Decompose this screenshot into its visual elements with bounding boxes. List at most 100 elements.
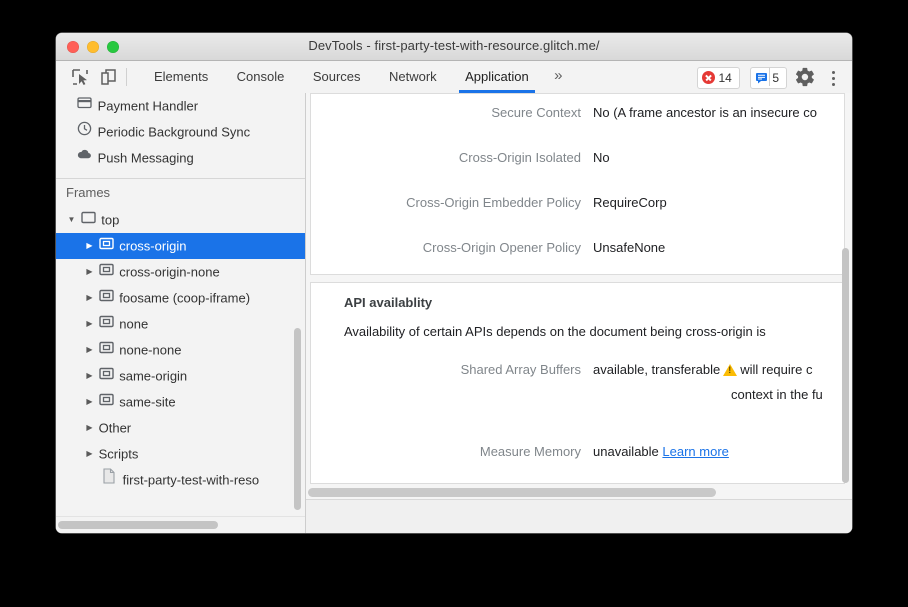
tree-item-label: none-none xyxy=(119,343,181,358)
twisty-collapsed-icon[interactable]: ▶ xyxy=(84,311,95,337)
iframe-icon xyxy=(99,363,116,389)
row-label: Shared Array Buffers xyxy=(311,362,581,377)
frame-icon xyxy=(81,207,98,233)
tree-item-label: Scripts xyxy=(99,447,139,462)
sab-warning-text: will require c xyxy=(740,362,812,377)
tab-network[interactable]: Network xyxy=(377,61,449,93)
sidebar-vertical-scrollbar[interactable] xyxy=(294,328,301,510)
main-panel-footer xyxy=(306,499,852,533)
detail-row: Secure Context No (A frame ancestor is a… xyxy=(311,94,844,139)
document-icon xyxy=(102,467,119,493)
sidebar-horizontal-scrollbar-thumb[interactable] xyxy=(58,521,218,529)
sidebar-item-payment-handler[interactable]: Payment Handler xyxy=(56,93,305,119)
main-horizontal-scrollbar-thumb[interactable] xyxy=(308,488,716,497)
twisty-collapsed-icon[interactable]: ▶ xyxy=(84,415,95,441)
tree-item-label: foosame (coop-iframe) xyxy=(119,291,250,306)
more-options-icon[interactable] xyxy=(824,66,842,88)
twisty-collapsed-icon[interactable]: ▶ xyxy=(84,363,95,389)
message-count: 5 xyxy=(772,71,779,85)
sidebar-item-label: Periodic Background Sync xyxy=(98,125,250,140)
measure-memory-value: unavailable xyxy=(593,444,659,459)
main-horizontal-scrollbar-track[interactable] xyxy=(306,485,852,499)
tree-item-first-party-test-with-reso[interactable]: first-party-test-with-reso xyxy=(56,467,305,493)
row-label: Cross-Origin Isolated xyxy=(311,150,581,165)
sab-value: available, transferable xyxy=(593,362,720,377)
tree-item-same-site[interactable]: ▶ same-site xyxy=(56,389,305,415)
row-value: UnsafeNone xyxy=(593,240,845,255)
tab-application[interactable]: Application xyxy=(453,61,541,93)
iframe-icon xyxy=(99,259,116,285)
sidebar-item-push-messaging[interactable]: Push Messaging xyxy=(56,145,305,171)
sidebar-item-periodic-background-sync[interactable]: Periodic Background Sync xyxy=(56,119,305,145)
more-tabs-icon[interactable]: » xyxy=(545,61,571,93)
row-value: RequireCorp xyxy=(593,195,845,210)
sab-warning-continuation: context in the fu xyxy=(731,387,823,402)
inspect-element-icon[interactable] xyxy=(69,66,91,88)
tree-item-foosame-coop-iframe[interactable]: ▶ foosame (coop-iframe) xyxy=(56,285,305,311)
twisty-collapsed-icon[interactable]: ▶ xyxy=(84,285,95,311)
api-availability-card: API availablity Availability of certain … xyxy=(310,282,845,484)
message-icon xyxy=(755,70,768,90)
cloud-icon xyxy=(77,145,94,171)
sidebar-horizontal-scrollbar-track[interactable] xyxy=(56,516,305,533)
twisty-collapsed-icon[interactable]: ▶ xyxy=(84,233,95,259)
row-value: unavailable Learn more xyxy=(593,444,845,459)
toolbar-divider-2 xyxy=(769,68,770,86)
detail-row: Cross-Origin Opener Policy UnsafeNone xyxy=(311,229,844,274)
row-label: Secure Context xyxy=(311,105,581,120)
main-vertical-scrollbar[interactable] xyxy=(842,248,849,483)
tree-item-label: none xyxy=(119,317,148,332)
devtools-tab-bar: Elements Console Sources Network Applica… xyxy=(142,61,572,93)
api-availability-description: Availability of certain APIs depends on … xyxy=(344,324,766,339)
sidebar-item-label: Push Messaging xyxy=(98,151,194,166)
row-value: available, transferable will require c xyxy=(593,362,845,377)
twisty-collapsed-icon[interactable]: ▶ xyxy=(84,259,95,285)
tree-item-same-origin[interactable]: ▶ same-origin xyxy=(56,363,305,389)
row-label: Measure Memory xyxy=(311,444,581,459)
iframe-icon xyxy=(99,311,116,337)
tree-item-top[interactable]: ▼ top xyxy=(56,207,305,233)
frames-section-header: Frames xyxy=(56,179,305,207)
tab-elements[interactable]: Elements xyxy=(142,61,220,93)
error-counter[interactable]: 14 xyxy=(697,67,740,89)
toolbar-divider-1 xyxy=(126,68,127,86)
learn-more-link[interactable]: Learn more xyxy=(662,444,728,459)
iframe-icon xyxy=(99,337,116,363)
tree-item-label: cross-origin-none xyxy=(119,265,219,280)
tab-sources[interactable]: Sources xyxy=(301,61,373,93)
devtools-window: DevTools - first-party-test-with-resourc… xyxy=(56,33,852,533)
device-toolbar-icon[interactable] xyxy=(97,66,119,88)
issue-counters: 14 5 xyxy=(697,61,788,93)
settings-gear-icon[interactable] xyxy=(794,66,816,88)
devtools-toolbar: Elements Console Sources Network Applica… xyxy=(56,61,852,94)
row-label: Cross-Origin Embedder Policy xyxy=(311,195,581,210)
row-label: Cross-Origin Opener Policy xyxy=(311,240,581,255)
iframe-icon xyxy=(99,389,116,415)
tree-item-other[interactable]: ▶ Other xyxy=(56,415,305,441)
security-isolation-card: Secure Context No (A frame ancestor is a… xyxy=(310,93,845,275)
api-availability-title: API availablity xyxy=(344,295,432,310)
window-titlebar: DevTools - first-party-test-with-resourc… xyxy=(56,33,852,61)
tree-item-scripts[interactable]: ▶ Scripts xyxy=(56,441,305,467)
tab-console[interactable]: Console xyxy=(225,61,297,93)
devtools-body: Payment Handler Periodic Background Sync xyxy=(56,93,852,533)
warning-triangle-icon xyxy=(723,364,737,376)
tree-item-label: cross-origin xyxy=(119,239,186,254)
window-title: DevTools - first-party-test-with-resourc… xyxy=(56,38,852,53)
tree-item-label: Other xyxy=(99,421,132,436)
payment-handler-icon xyxy=(77,93,94,119)
iframe-icon xyxy=(99,285,116,311)
clock-icon xyxy=(77,119,94,145)
tree-item-cross-origin[interactable]: ▶ cross-origin xyxy=(56,233,305,259)
twisty-collapsed-icon[interactable]: ▶ xyxy=(84,389,95,415)
twisty-expanded-icon[interactable]: ▼ xyxy=(66,207,77,233)
tree-item-cross-origin-none[interactable]: ▶ cross-origin-none xyxy=(56,259,305,285)
iframe-icon xyxy=(99,233,116,259)
tree-item-none[interactable]: ▶ none xyxy=(56,311,305,337)
detail-row: Cross-Origin Isolated No xyxy=(311,139,844,184)
twisty-collapsed-icon[interactable]: ▶ xyxy=(84,441,95,467)
twisty-collapsed-icon[interactable]: ▶ xyxy=(84,337,95,363)
frame-details-panel: Secure Context No (A frame ancestor is a… xyxy=(306,93,852,533)
tree-item-label: same-origin xyxy=(119,369,187,384)
tree-item-none-none[interactable]: ▶ none-none xyxy=(56,337,305,363)
